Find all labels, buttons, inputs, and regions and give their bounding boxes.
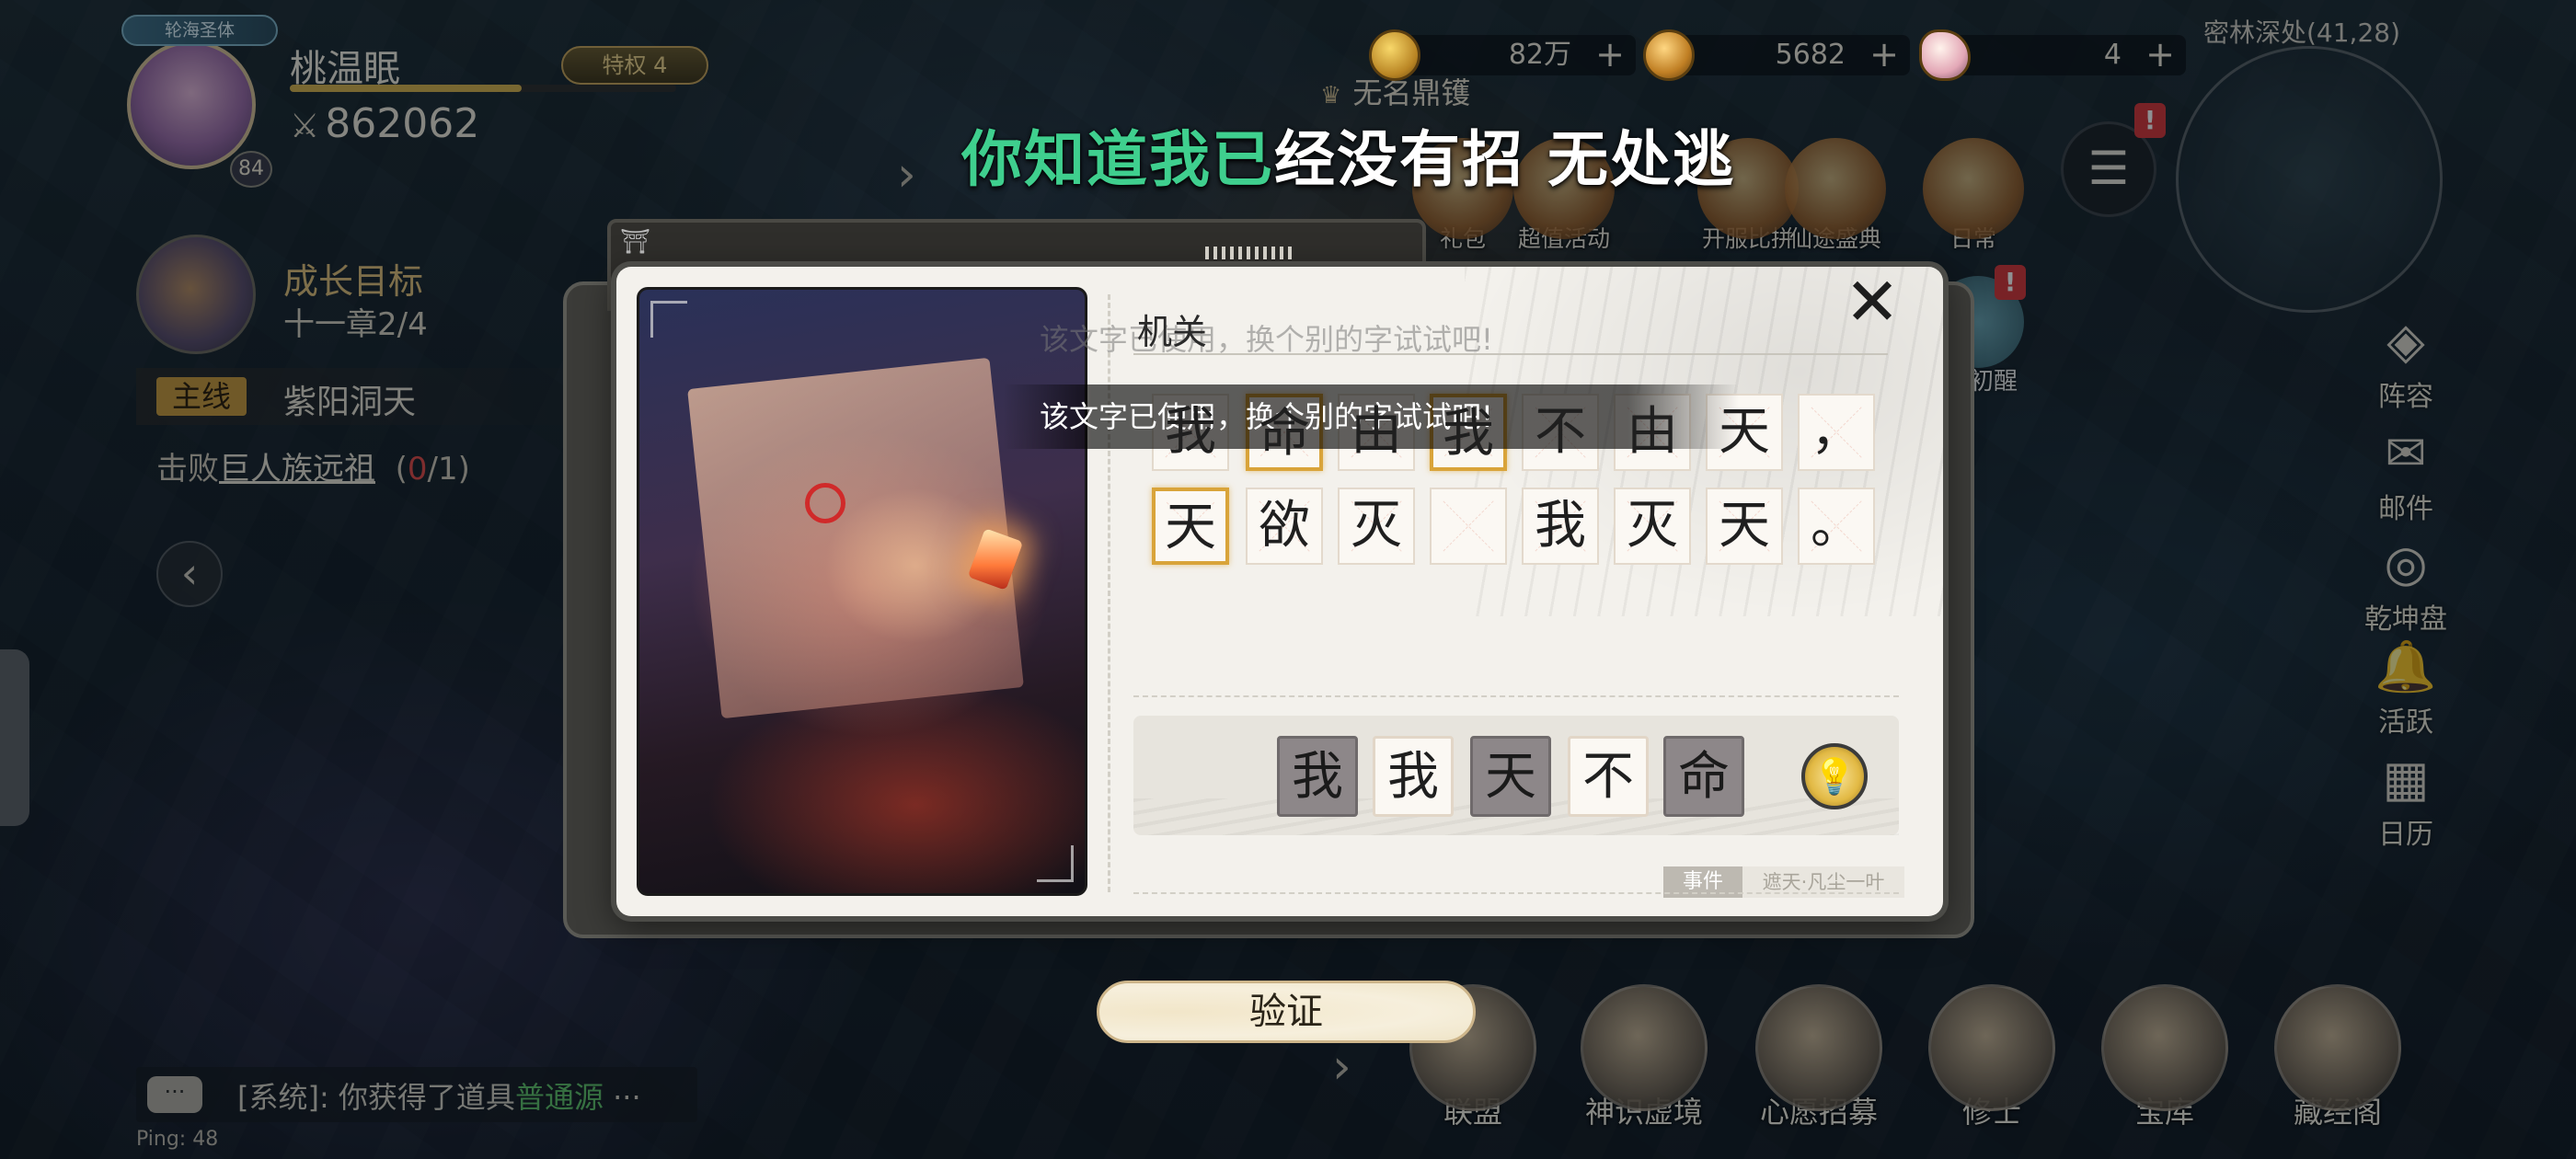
bottom-divider (1133, 892, 1899, 894)
event-illustration (637, 287, 1087, 896)
char-tile[interactable]: 我 (1373, 736, 1454, 817)
answer-cell[interactable]: 。 (1798, 488, 1875, 565)
char-tile[interactable]: 不 (1568, 736, 1649, 817)
drag-dots (1205, 247, 1294, 259)
char-tile-used[interactable]: 我 (1277, 736, 1358, 817)
answer-cell[interactable]: 我 (1522, 488, 1599, 565)
copper-coin-icon (1369, 29, 1420, 81)
close-button[interactable]: ✕ (1842, 269, 1903, 335)
hint-button[interactable]: 💡 (1801, 743, 1868, 809)
verify-button[interactable]: 验证 (1097, 981, 1476, 1043)
lyric-sung: 你知道我已 (961, 124, 1274, 195)
seal-icon: ⛩ (620, 228, 651, 256)
answer-cell[interactable]: 欲 (1246, 488, 1323, 565)
answer-cell[interactable]: 灭 (1614, 488, 1691, 565)
char-tile-used[interactable]: 天 (1470, 736, 1551, 817)
dialog-title: 机关 (1137, 312, 1208, 352)
empty-answer-cell[interactable] (1430, 488, 1507, 565)
char-tile-used[interactable]: 命 (1663, 736, 1744, 817)
title-underline (1133, 353, 1888, 355)
answer-cell[interactable]: 天 (1152, 488, 1229, 565)
answer-cell[interactable]: ， (1798, 394, 1875, 471)
tray-divider (1133, 695, 1899, 697)
answer-cell[interactable]: 灭 (1338, 488, 1415, 565)
lightbulb-icon: 💡 (1812, 756, 1857, 797)
lyric-rest: 经没有招 无处逃 (1274, 124, 1735, 195)
answer-cell[interactable]: 天 (1706, 488, 1783, 565)
close-icon: ✕ (1844, 263, 1901, 340)
lyric-subtitle: 你知道我已经没有招 无处逃 (961, 110, 1735, 199)
gold-ingot-icon (1643, 29, 1695, 81)
